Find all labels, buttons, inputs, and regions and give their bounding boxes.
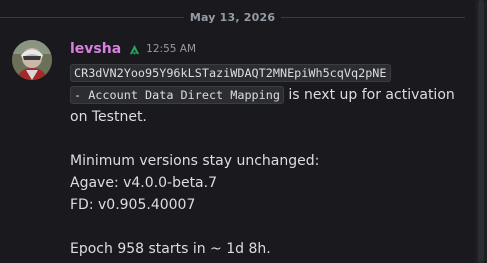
divider-line-left [0, 16, 184, 18]
code-line-1-wrapper: CR3dVN2Yoo95Y96kLSTaziWDAQT2MNEpiWh5cqVq… [70, 62, 462, 84]
date-divider: May 13, 2026 [0, 0, 465, 34]
agave-version: Agave: v4.0.0-beta.7 [70, 175, 217, 191]
avatar-image [12, 40, 52, 80]
blank-line-2 [70, 216, 462, 238]
inline-code-feature: - Account Data Direct Mapping [70, 86, 284, 104]
message-timestamp[interactable]: 12:55 AM [146, 43, 196, 55]
chat-message[interactable]: levsha 12:55 AM CR3dVN2Yoo95Y96kLSTaziWD… [0, 34, 474, 263]
avatar[interactable] [12, 40, 52, 80]
epoch-info: Epoch 958 starts in ~ 1d 8h. [70, 241, 271, 257]
username[interactable]: levsha [70, 41, 121, 57]
sprout-icon[interactable] [127, 42, 141, 56]
divider-date: May 13, 2026 [189, 10, 276, 24]
scrollbar-thumb[interactable] [478, 0, 484, 263]
intro-line: - Account Data Direct Mapping is next up… [70, 84, 462, 128]
message-content: CR3dVN2Yoo95Y96kLSTaziWDAQT2MNEpiWh5cqVq… [70, 62, 462, 260]
versions-heading: Minimum versions stay unchanged: [70, 153, 320, 169]
fd-version: FD: v0.905.40007 [70, 197, 196, 213]
scrollbar[interactable] [475, 0, 487, 263]
divider-line-right [281, 16, 465, 18]
message-header: levsha 12:55 AM [70, 40, 196, 58]
inline-code-address: CR3dVN2Yoo95Y96kLSTaziWDAQT2MNEpiWh5cqVq… [70, 64, 391, 82]
